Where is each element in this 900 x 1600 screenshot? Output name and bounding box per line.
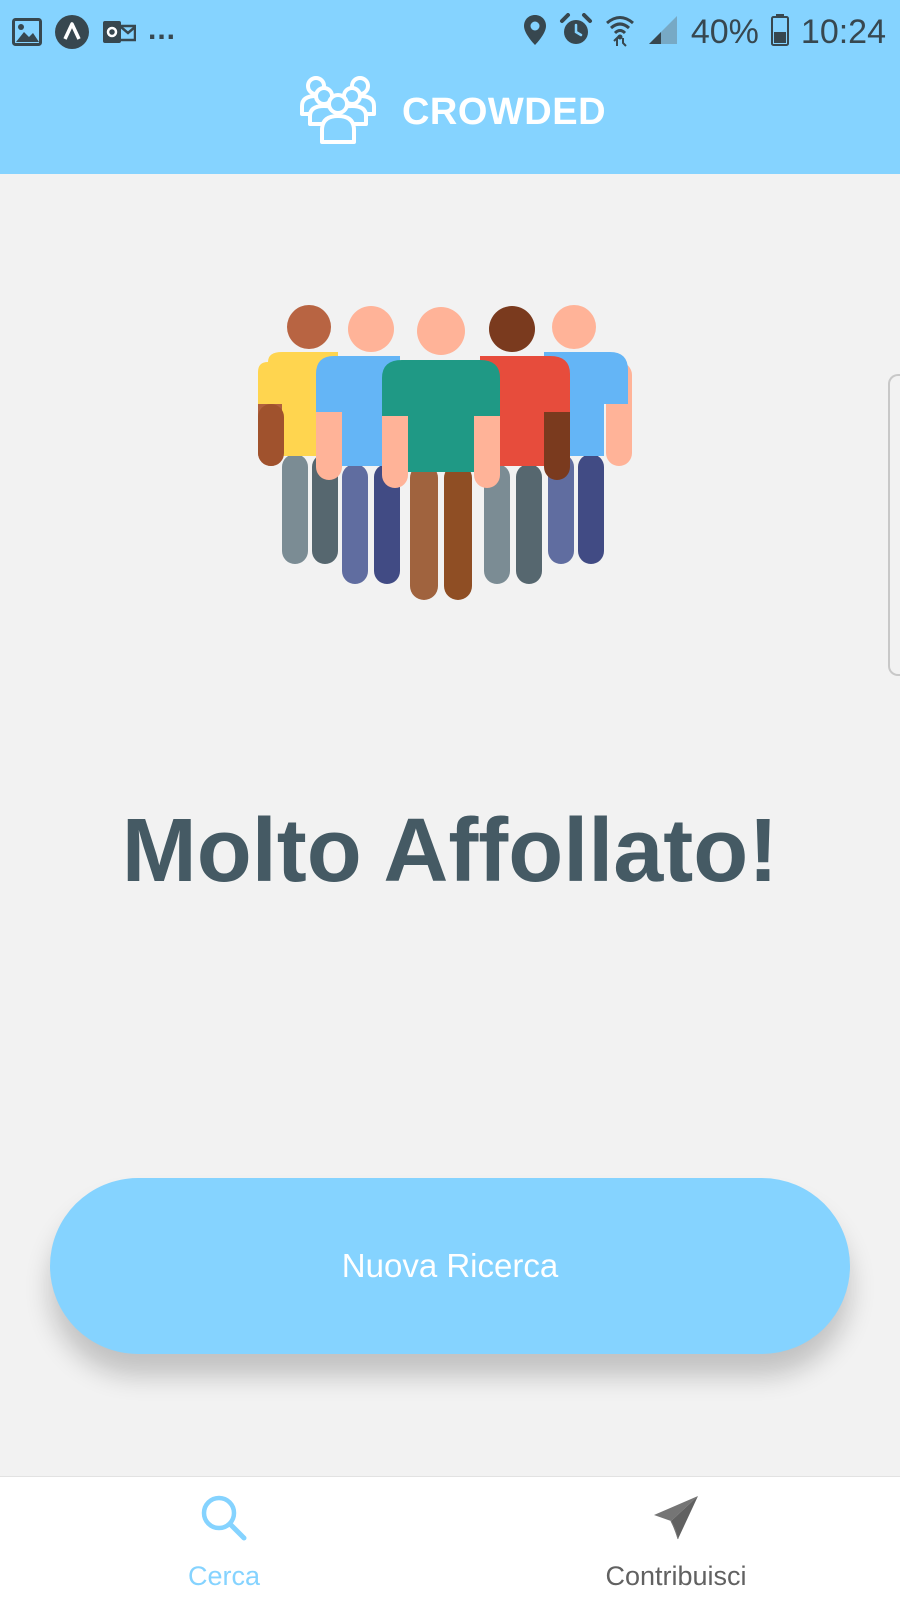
app-title: CROWDED [401,90,607,133]
status-left: ... [12,14,176,55]
alarm-icon [559,12,593,52]
battery-percent: 40% [690,13,759,51]
new-search-label: Nuova Ricerca [341,1247,559,1284]
location-icon [523,14,547,51]
crowd-logo-icon [294,74,382,151]
crowd-status-title: Molto Affollato! [121,801,779,901]
nav-item-contribuisci[interactable]: Contribuisci [526,1477,826,1600]
app-header: ... 40% 10:24 CROWDED [0,0,900,174]
new-search-button[interactable]: Nuova Ricerca [50,1178,850,1354]
bottom-navigation: Cerca Contribuisci [0,1476,900,1600]
side-panel-handle[interactable] [888,374,900,676]
signal-icon [647,14,679,51]
crowd-illustration [258,304,642,610]
brand: CROWDED [0,72,900,152]
app-icon [54,14,90,55]
send-icon [651,1493,701,1548]
image-icon [12,18,42,51]
battery-icon [770,13,789,51]
clock: 10:24 [800,13,886,51]
more-notifications: ... [148,12,177,46]
status-right: 40% 10:24 [523,10,886,54]
wifi-icon [605,13,635,52]
nav-label-cerca: Cerca [187,1561,261,1591]
outlook-icon [102,17,137,52]
search-icon [199,1493,249,1548]
nav-label-contribuisci: Contribuisci [605,1561,747,1591]
nav-item-cerca[interactable]: Cerca [74,1477,374,1600]
status-bar: ... 40% 10:24 [0,0,900,64]
